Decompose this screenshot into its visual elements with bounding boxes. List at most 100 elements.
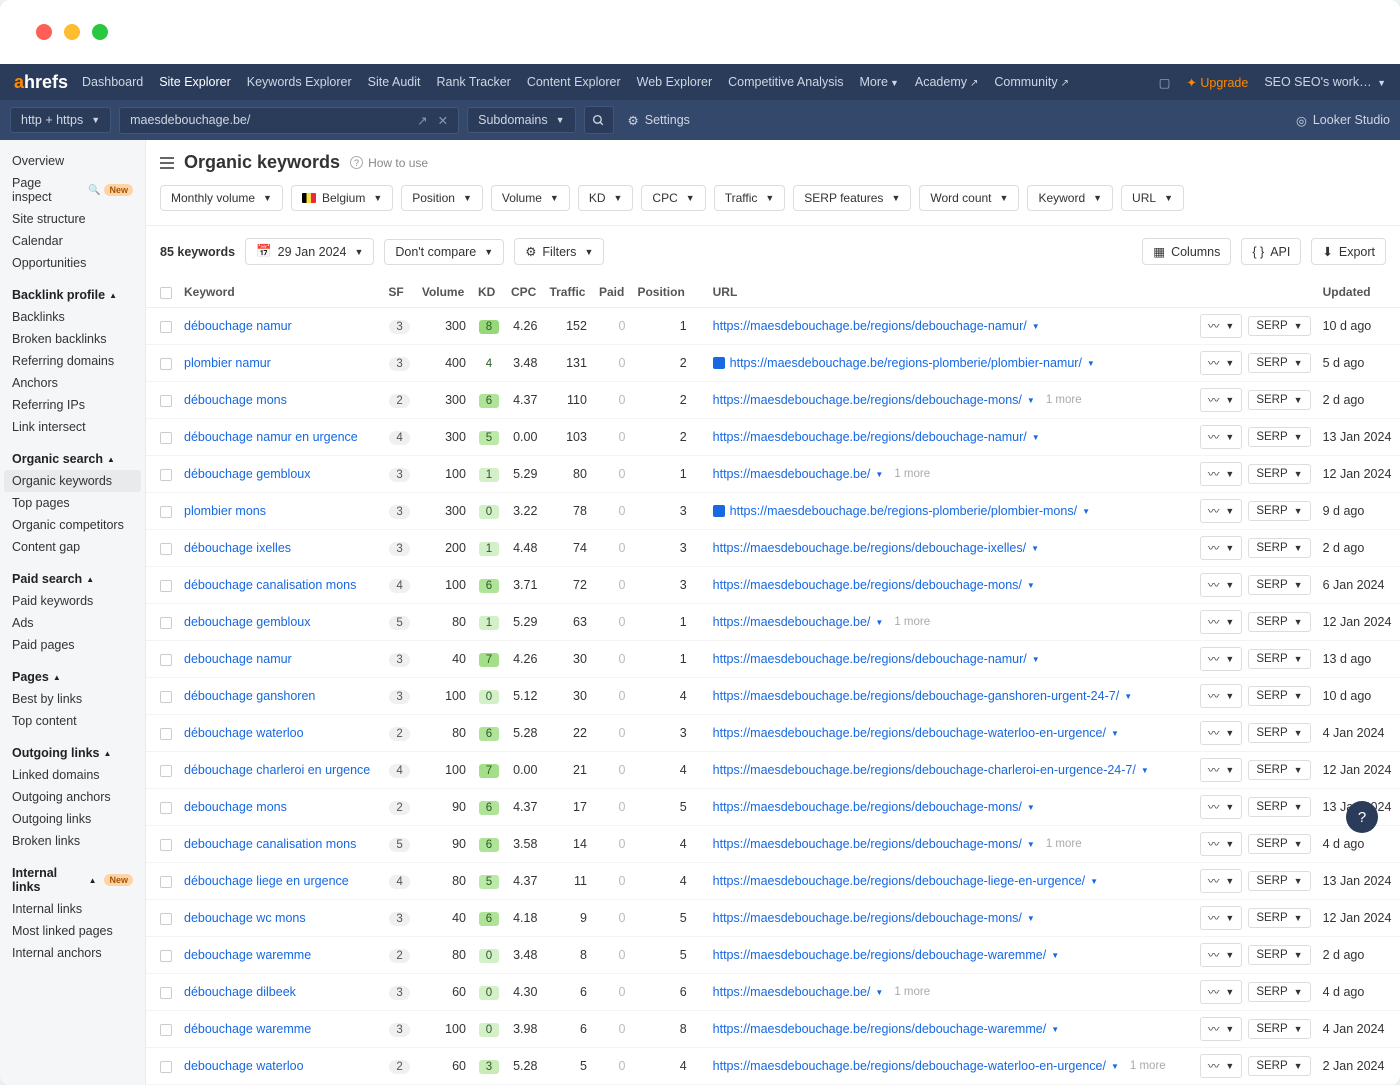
url-dropdown-icon[interactable]: ▼ xyxy=(1051,1025,1059,1034)
keyword-cell[interactable]: débouchage dilbeek xyxy=(178,974,382,1011)
row-checkbox[interactable] xyxy=(160,506,172,518)
keyword-cell[interactable]: debouchage canalisation mons xyxy=(178,826,382,863)
country-filter[interactable]: Belgium▼ xyxy=(291,185,393,211)
protocol-select[interactable]: http + https ▼ xyxy=(10,107,111,133)
keyword-cell[interactable]: débouchage gembloux xyxy=(178,456,382,493)
url-link[interactable]: https://maesdebouchage.be/regions/debouc… xyxy=(713,911,1022,925)
minimize-window-dot[interactable] xyxy=(64,24,80,40)
serp-button[interactable]: SERP ▼ xyxy=(1248,501,1310,521)
more-urls-link[interactable]: 1 more xyxy=(1046,394,1082,406)
scope-select[interactable]: Subdomains ▼ xyxy=(467,107,575,133)
sidebar-item[interactable]: Referring IPs xyxy=(0,394,145,416)
more-urls-link[interactable]: 1 more xyxy=(894,986,930,998)
sidebar-item[interactable]: Top content xyxy=(0,710,145,732)
chart-button[interactable]: 〰 ▼ xyxy=(1200,647,1242,671)
serp-button[interactable]: SERP ▼ xyxy=(1248,649,1310,669)
sidebar-section[interactable]: Organic search ▲ xyxy=(0,448,145,470)
row-checkbox[interactable] xyxy=(160,1061,172,1073)
chart-button[interactable]: 〰 ▼ xyxy=(1200,499,1242,523)
serp-button[interactable]: SERP ▼ xyxy=(1248,834,1310,854)
sidebar-item[interactable]: Site structure xyxy=(0,208,145,230)
chart-button[interactable]: 〰 ▼ xyxy=(1200,721,1242,745)
serp-button[interactable]: SERP ▼ xyxy=(1248,464,1310,484)
serp-button[interactable]: SERP ▼ xyxy=(1248,538,1310,558)
serp-button[interactable]: SERP ▼ xyxy=(1248,1019,1310,1039)
keyword-cell[interactable]: débouchage namur en urgence xyxy=(178,419,382,456)
url-link[interactable]: https://maesdebouchage.be/regions/debouc… xyxy=(713,1022,1047,1036)
serp-button[interactable]: SERP ▼ xyxy=(1248,612,1310,632)
sidebar-item[interactable]: Best by links xyxy=(0,688,145,710)
sidebar-item[interactable]: Top pages xyxy=(0,492,145,514)
chart-button[interactable]: 〰 ▼ xyxy=(1200,536,1242,560)
serp-button[interactable]: SERP ▼ xyxy=(1248,686,1310,706)
more-urls-link[interactable]: 1 more xyxy=(894,468,930,480)
chart-button[interactable]: 〰 ▼ xyxy=(1200,425,1242,449)
url-link[interactable]: https://maesdebouchage.be/regions-plombe… xyxy=(730,504,1077,518)
filter-chip[interactable]: Position ▼ xyxy=(401,185,483,211)
more-urls-link[interactable]: 1 more xyxy=(894,616,930,628)
url-dropdown-icon[interactable]: ▼ xyxy=(1032,322,1040,331)
sidebar-item[interactable]: Paid keywords xyxy=(0,590,145,612)
topnav-item[interactable]: Site Audit xyxy=(368,75,421,89)
row-checkbox[interactable] xyxy=(160,654,172,666)
chart-button[interactable]: 〰 ▼ xyxy=(1200,314,1242,338)
chart-button[interactable]: 〰 ▼ xyxy=(1200,869,1242,893)
keyword-cell[interactable]: débouchage waremme xyxy=(178,1011,382,1048)
row-checkbox[interactable] xyxy=(160,580,172,592)
toggle-sidebar-icon[interactable] xyxy=(160,157,174,169)
serp-button[interactable]: SERP ▼ xyxy=(1248,353,1310,373)
column-header[interactable]: CPC xyxy=(505,277,544,308)
url-link[interactable]: https://maesdebouchage.be/regions/debouc… xyxy=(713,652,1027,666)
chart-button[interactable]: 〰 ▼ xyxy=(1200,906,1242,930)
url-dropdown-icon[interactable]: ▼ xyxy=(1027,840,1035,849)
url-link[interactable]: https://maesdebouchage.be/regions/debouc… xyxy=(713,726,1106,740)
url-link[interactable]: https://maesdebouchage.be/regions-plombe… xyxy=(730,356,1082,370)
sidebar-item[interactable]: Outgoing anchors xyxy=(0,786,145,808)
url-link[interactable]: https://maesdebouchage.be/ xyxy=(713,615,871,629)
chart-button[interactable]: 〰 ▼ xyxy=(1200,795,1242,819)
url-dropdown-icon[interactable]: ▼ xyxy=(1027,914,1035,923)
url-dropdown-icon[interactable]: ▼ xyxy=(1141,766,1149,775)
logo[interactable]: ahrefs xyxy=(14,72,68,93)
sidebar-item[interactable]: Broken backlinks xyxy=(0,328,145,350)
sidebar-section[interactable]: Backlink profile ▲ xyxy=(0,284,145,306)
chart-button[interactable]: 〰 ▼ xyxy=(1200,1054,1242,1078)
url-link[interactable]: https://maesdebouchage.be/ xyxy=(713,467,871,481)
row-checkbox[interactable] xyxy=(160,876,172,888)
keyword-cell[interactable]: débouchage liege en urgence xyxy=(178,863,382,900)
url-dropdown-icon[interactable]: ▼ xyxy=(1111,1062,1119,1071)
url-dropdown-icon[interactable]: ▼ xyxy=(875,988,883,997)
columns-button[interactable]: ▦Columns xyxy=(1142,238,1231,265)
column-header[interactable]: Paid xyxy=(593,277,632,308)
howto-link[interactable]: ?How to use xyxy=(350,156,428,170)
url-dropdown-icon[interactable]: ▼ xyxy=(875,618,883,627)
row-checkbox[interactable] xyxy=(160,728,172,740)
topnav-item[interactable]: More▼ xyxy=(859,75,898,89)
url-link[interactable]: https://maesdebouchage.be/regions/debouc… xyxy=(713,319,1027,333)
serp-button[interactable]: SERP ▼ xyxy=(1248,723,1310,743)
url-dropdown-icon[interactable]: ▼ xyxy=(1027,396,1035,405)
url-link[interactable]: https://maesdebouchage.be/ xyxy=(713,985,871,999)
more-urls-link[interactable]: 1 more xyxy=(1130,1060,1166,1072)
topnav-item[interactable]: Community↗ xyxy=(994,75,1069,89)
url-dropdown-icon[interactable]: ▼ xyxy=(1032,433,1040,442)
url-link[interactable]: https://maesdebouchage.be/regions/debouc… xyxy=(713,800,1022,814)
column-header[interactable]: Updated xyxy=(1317,277,1400,308)
url-link[interactable]: https://maesdebouchage.be/regions/debouc… xyxy=(713,430,1027,444)
url-dropdown-icon[interactable]: ▼ xyxy=(1090,877,1098,886)
row-checkbox[interactable] xyxy=(160,765,172,777)
sidebar-item[interactable]: Most linked pages xyxy=(0,920,145,942)
looker-link[interactable]: ◎Looker Studio xyxy=(1296,113,1390,128)
topnav-item[interactable]: Dashboard xyxy=(82,75,143,89)
url-dropdown-icon[interactable]: ▼ xyxy=(1031,544,1039,553)
column-header[interactable]: Keyword xyxy=(178,277,382,308)
display-toggle-icon[interactable]: ▢ xyxy=(1159,75,1171,90)
sidebar-item[interactable]: Internal links xyxy=(0,898,145,920)
chart-button[interactable]: 〰 ▼ xyxy=(1200,980,1242,1004)
topnav-item[interactable]: Rank Tracker xyxy=(436,75,510,89)
url-link[interactable]: https://maesdebouchage.be/regions/debouc… xyxy=(713,948,1047,962)
url-input[interactable]: maesdebouchage.be/ ↗ ✕ xyxy=(119,107,459,134)
help-fab[interactable]: ? xyxy=(1346,801,1378,833)
topnav-item[interactable]: Keywords Explorer xyxy=(247,75,352,89)
keyword-cell[interactable]: debouchage mons xyxy=(178,789,382,826)
